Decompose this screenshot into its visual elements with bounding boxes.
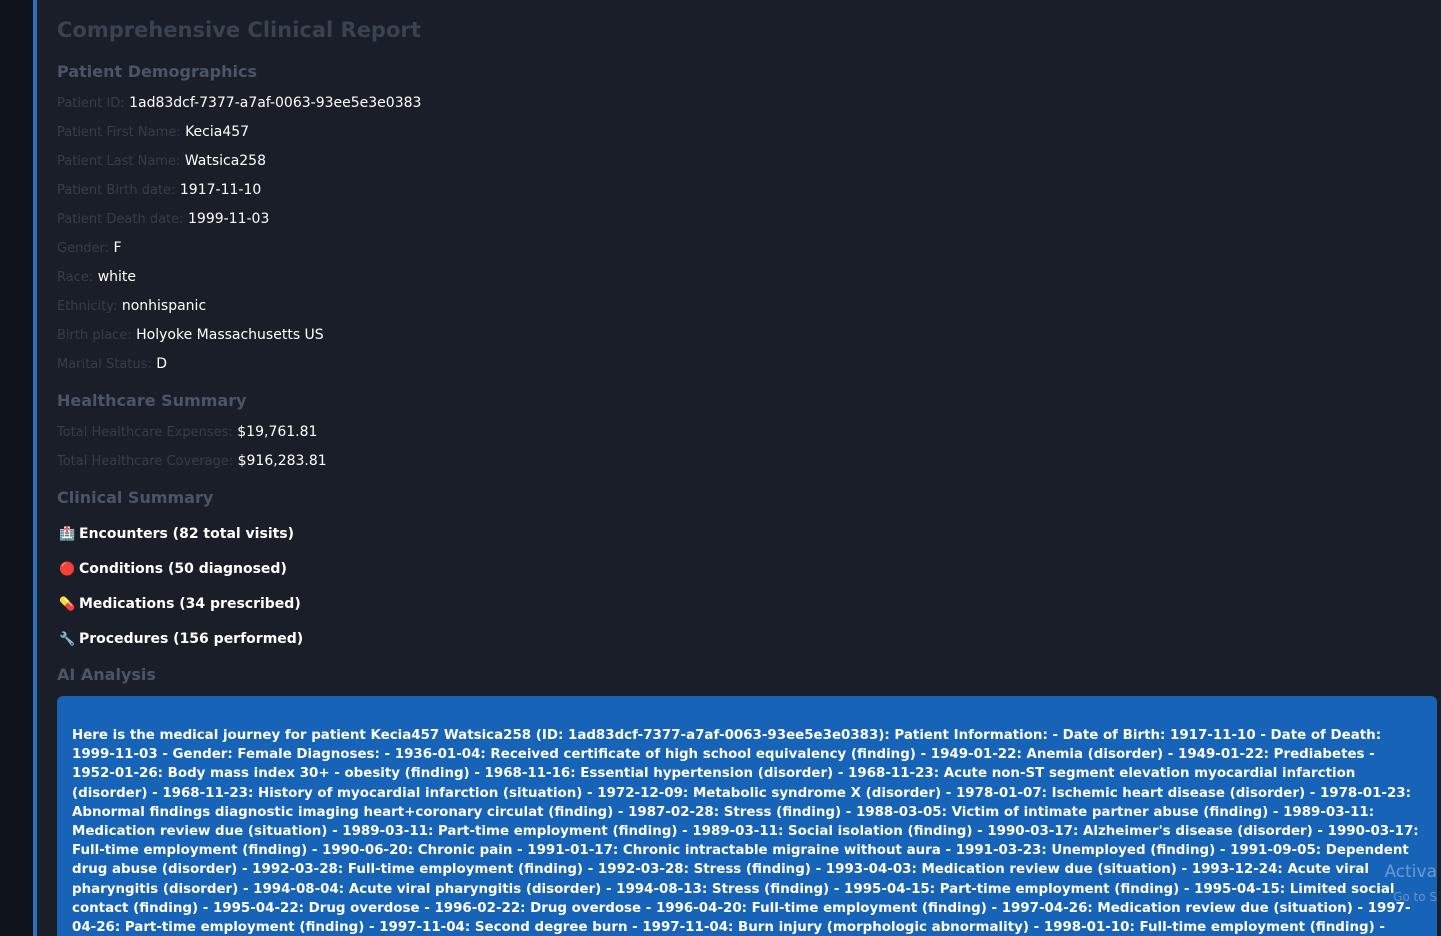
field-label: Ethnicity: bbox=[57, 299, 118, 314]
clinical-item-medications[interactable]: 💊 Medications (34 prescribed) bbox=[59, 594, 301, 615]
clinical-item-label: Encounters (82 total visits) bbox=[79, 526, 295, 542]
field-label: Patient ID: bbox=[57, 96, 125, 111]
field-patient-id: Patient ID: 1ad83dcf-7377-a7af-0063-93ee… bbox=[57, 94, 421, 113]
clinical-item-label: Conditions (50 diagnosed) bbox=[79, 561, 287, 577]
clinical-title: Clinical Summary bbox=[57, 488, 214, 507]
ai-analysis-title: AI Analysis bbox=[57, 665, 156, 684]
field-value: Watsica258 bbox=[184, 153, 266, 169]
field-label: Birth place: bbox=[57, 328, 132, 343]
field-value: F bbox=[113, 240, 122, 256]
field-value: nonhispanic bbox=[121, 298, 207, 314]
pill-icon: 💊 bbox=[59, 597, 76, 612]
field-value: $19,761.81 bbox=[237, 424, 318, 440]
field-total-expenses: Total Healthcare Expenses: $19,761.81 bbox=[57, 423, 317, 442]
field-value: 1917-11-10 bbox=[179, 182, 262, 198]
ai-analysis-box: Here is the medical journey for patient … bbox=[57, 696, 1437, 936]
field-birth-date: Patient Birth date: 1917-11-10 bbox=[57, 181, 261, 200]
field-death-date: Patient Death date: 1999-11-03 bbox=[57, 210, 269, 229]
field-marital-status: Marital Status: D bbox=[57, 355, 167, 374]
field-label: Race: bbox=[57, 270, 94, 285]
field-first-name: Patient First Name: Kecia457 bbox=[57, 123, 249, 142]
clinical-item-encounters[interactable]: 🏥 Encounters (82 total visits) bbox=[59, 524, 294, 545]
field-birth-place: Birth place: Holyoke Massachusetts US bbox=[57, 326, 324, 345]
field-label: Marital Status: bbox=[57, 357, 152, 372]
hospital-icon: 🏥 bbox=[59, 527, 76, 542]
field-label: Patient First Name: bbox=[57, 125, 181, 140]
demographics-title: Patient Demographics bbox=[57, 62, 257, 81]
clinical-item-label: Medications (34 prescribed) bbox=[79, 596, 301, 612]
healthcare-title: Healthcare Summary bbox=[57, 391, 247, 410]
field-label: Total Healthcare Expenses: bbox=[57, 425, 233, 440]
report-panel: Comprehensive Clinical Report Patient De… bbox=[37, 0, 1441, 936]
field-value: white bbox=[97, 269, 137, 285]
field-value: Kecia457 bbox=[185, 124, 250, 140]
field-label: Patient Death date: bbox=[57, 212, 184, 227]
field-label: Patient Birth date: bbox=[57, 183, 176, 198]
clinical-item-label: Procedures (156 performed) bbox=[79, 631, 304, 647]
field-label: Patient Last Name: bbox=[57, 154, 181, 169]
ai-analysis-text: Here is the medical journey for patient … bbox=[72, 728, 1419, 936]
field-gender: Gender: F bbox=[57, 239, 122, 258]
clinical-item-procedures[interactable]: 🔧 Procedures (156 performed) bbox=[59, 629, 303, 650]
page-title: Comprehensive Clinical Report bbox=[57, 18, 421, 42]
field-race: Race: white bbox=[57, 268, 136, 287]
field-ethnicity: Ethnicity: nonhispanic bbox=[57, 297, 206, 316]
wrench-icon: 🔧 bbox=[59, 632, 76, 647]
activation-watermark-sub: Go to S bbox=[1393, 890, 1437, 904]
red-circle-icon: 🔴 bbox=[59, 562, 76, 577]
field-last-name: Patient Last Name: Watsica258 bbox=[57, 152, 266, 171]
activation-watermark: Activa bbox=[1384, 862, 1437, 882]
field-value: 1999-11-03 bbox=[188, 211, 270, 227]
field-value: D bbox=[156, 356, 167, 372]
field-label: Gender: bbox=[57, 241, 110, 256]
field-label: Total Healthcare Coverage: bbox=[57, 454, 234, 469]
clinical-item-conditions[interactable]: 🔴 Conditions (50 diagnosed) bbox=[59, 559, 287, 580]
field-total-coverage: Total Healthcare Coverage: $916,283.81 bbox=[57, 452, 327, 471]
field-value: Holyoke Massachusetts US bbox=[136, 327, 324, 343]
left-rail bbox=[0, 0, 33, 936]
field-value: $916,283.81 bbox=[237, 453, 327, 469]
field-value: 1ad83dcf-7377-a7af-0063-93ee5e3e0383 bbox=[129, 95, 422, 111]
